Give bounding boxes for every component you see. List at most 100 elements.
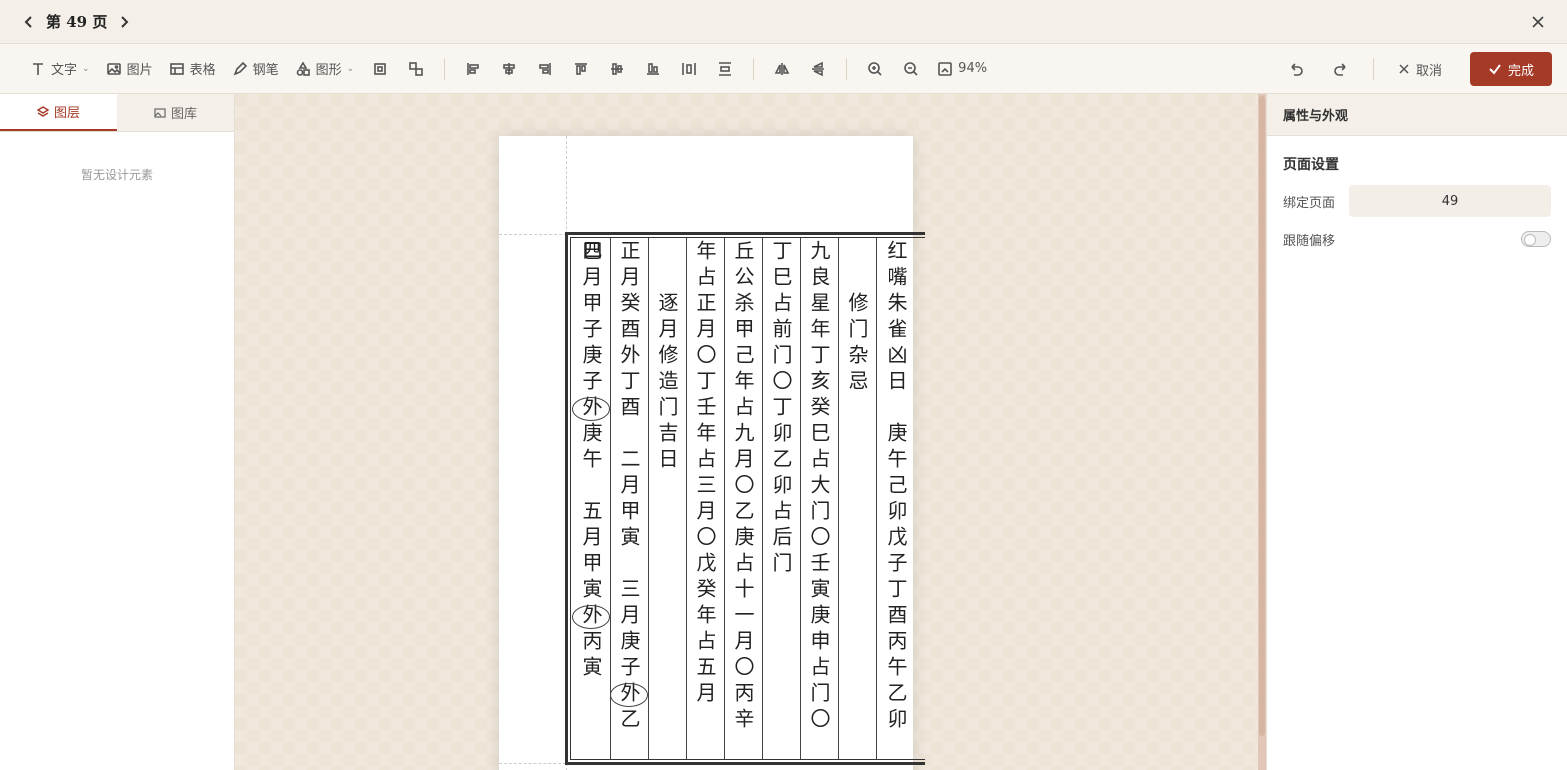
distribute-horizontal-button[interactable] bbox=[674, 54, 704, 84]
chevron-down-icon: ⌄ bbox=[82, 63, 90, 74]
align-right-icon bbox=[539, 62, 551, 75]
margin-guide-bottom bbox=[499, 763, 566, 764]
flip-horizontal-button[interactable] bbox=[767, 54, 797, 84]
column-text: 正月癸酉外丁酉 二月甲寅 三月庚子外乙巳 bbox=[579, 240, 641, 734]
text-tool[interactable]: 文字 ⌄ bbox=[22, 54, 98, 84]
tab-layers-label: 图层 bbox=[53, 106, 80, 121]
align-left-button[interactable] bbox=[458, 54, 488, 84]
chevron-right-icon bbox=[121, 15, 129, 28]
chevron-left-icon bbox=[24, 15, 32, 28]
toolbar-divider bbox=[753, 57, 755, 80]
align-bottom-icon bbox=[647, 62, 660, 75]
shapes-icon bbox=[296, 60, 310, 76]
pen-icon bbox=[233, 61, 247, 75]
group-button[interactable] bbox=[365, 54, 395, 84]
undo-button[interactable] bbox=[1281, 54, 1311, 84]
table-tool[interactable]: 表格 bbox=[161, 54, 224, 84]
bind-page-input[interactable]: 49 bbox=[1349, 185, 1551, 217]
group-icon bbox=[374, 62, 386, 75]
column-divider bbox=[762, 238, 763, 759]
image-icon bbox=[106, 62, 121, 75]
column-text: 修门杂忌 bbox=[845, 292, 869, 396]
text-icon bbox=[33, 62, 43, 75]
align-center-vertical-icon bbox=[611, 62, 624, 75]
follow-offset-toggle[interactable] bbox=[1521, 231, 1551, 247]
page-indicator: 第 49 页 bbox=[46, 13, 108, 31]
zoom-out-button[interactable] bbox=[896, 54, 926, 84]
done-label: 完成 bbox=[1507, 63, 1534, 79]
column-text: 占正月〇丁壬年占三月〇戊癸年占五月 bbox=[693, 266, 717, 708]
done-button[interactable]: 完成 bbox=[1469, 52, 1552, 86]
column-text: 巳占前门〇丁卯乙卯占后门 bbox=[769, 266, 793, 578]
column-divider bbox=[648, 238, 649, 759]
canvas-scrollbar-thumb[interactable] bbox=[1259, 96, 1265, 736]
align-top-icon bbox=[575, 62, 588, 75]
align-bottom-button[interactable] bbox=[638, 54, 668, 84]
align-center-h-button[interactable] bbox=[494, 54, 524, 84]
zoom-out-icon bbox=[904, 61, 918, 76]
table-tool-label: 表格 bbox=[189, 63, 216, 78]
layers-icon bbox=[36, 105, 49, 117]
prev-page-button[interactable] bbox=[16, 9, 42, 35]
close-button[interactable] bbox=[1527, 11, 1549, 33]
left-panel-tabs: 图层 图库 bbox=[0, 94, 234, 132]
follow-offset-row: 跟随偏移 bbox=[1267, 220, 1567, 258]
design-canvas[interactable]: 红嘴朱雀凶日 庚午己卯戊子丁酉丙午乙卯 修门杂忌 九良星年丁亥癸巳占大门〇壬寅庚… bbox=[235, 94, 1265, 770]
shape-tool-label: 图形 bbox=[315, 63, 342, 78]
zoom-level-value: 94% bbox=[958, 61, 988, 76]
zoom-in-button[interactable] bbox=[860, 54, 890, 84]
page-preview[interactable]: 红嘴朱雀凶日 庚午己卯戊子丁酉丙午乙卯 修门杂忌 九良星年丁亥癸巳占大门〇壬寅庚… bbox=[499, 136, 925, 770]
align-top-button[interactable] bbox=[566, 54, 596, 84]
next-page-button[interactable] bbox=[111, 9, 137, 35]
ungroup-button[interactable] bbox=[401, 54, 431, 84]
shape-tool[interactable]: 图形 ⌄ bbox=[287, 54, 363, 84]
text-column: 丘公杀甲己年占九月〇乙庚占十一月〇丙辛年 bbox=[693, 238, 762, 759]
toolbar-actions: 取消 完成 bbox=[1278, 44, 1552, 94]
distribute-vertical-button[interactable] bbox=[710, 54, 740, 84]
toolbar-divider bbox=[1372, 58, 1374, 80]
redo-icon bbox=[1334, 63, 1346, 76]
zoom-level[interactable]: 94% bbox=[929, 54, 995, 84]
toolbar-divider bbox=[846, 57, 848, 80]
tab-library[interactable]: 图库 bbox=[117, 94, 234, 131]
circled-character-mark bbox=[572, 605, 610, 629]
align-middle-button[interactable] bbox=[602, 54, 632, 84]
image-icon bbox=[154, 107, 166, 118]
check-icon bbox=[1489, 64, 1501, 75]
distribute-vertical-icon bbox=[719, 61, 732, 76]
circled-character-mark bbox=[610, 683, 648, 707]
title-bar: 第 49 页 bbox=[0, 0, 1567, 44]
text-column: 逐月修造门吉日 bbox=[648, 238, 686, 759]
properties-panel: 属性与外观 页面设置 绑定页面 49 跟随偏移 bbox=[1266, 94, 1567, 770]
cancel-button[interactable]: 取消 bbox=[1388, 60, 1452, 79]
align-right-button[interactable] bbox=[530, 54, 560, 84]
empty-layers-message: 暂无设计元素 bbox=[80, 168, 153, 182]
image-tool[interactable]: 图片 bbox=[98, 54, 161, 84]
column-text: 逐月修造门吉日 bbox=[655, 292, 679, 474]
left-panel: 图层 图库 暂无设计元素 bbox=[0, 94, 235, 770]
undo-icon bbox=[1291, 63, 1303, 76]
column-text: 丘公杀甲己年占九月〇乙庚占十一月〇丙辛年 bbox=[693, 240, 755, 734]
flip-horizontal-icon bbox=[774, 62, 790, 75]
bind-page-label: 绑定页面 bbox=[1283, 195, 1336, 211]
text-frame[interactable]: 红嘴朱雀凶日 庚午己卯戊子丁酉丙午乙卯 修门杂忌 九良星年丁亥癸巳占大门〇壬寅庚… bbox=[565, 232, 925, 765]
table-icon bbox=[169, 62, 184, 75]
text-column: 正月癸酉外丁酉 二月甲寅 三月庚子外乙巳 bbox=[579, 238, 648, 759]
flip-vertical-button[interactable] bbox=[803, 54, 833, 84]
pen-tool-label: 钢笔 bbox=[252, 63, 279, 78]
text-tool-label: 文字 bbox=[51, 63, 78, 78]
chevron-down-icon: ⌄ bbox=[346, 63, 355, 74]
tab-layers[interactable]: 图层 bbox=[0, 94, 117, 131]
redo-button[interactable] bbox=[1326, 54, 1356, 84]
column-divider bbox=[838, 238, 839, 759]
pen-tool[interactable]: 钢笔 bbox=[224, 54, 287, 84]
follow-offset-label: 跟随偏移 bbox=[1283, 233, 1336, 249]
text-column: 红嘴朱雀凶日 庚午己卯戊子丁酉丙午乙卯 bbox=[877, 238, 915, 759]
fit-page-icon bbox=[938, 61, 952, 76]
close-icon bbox=[1532, 16, 1544, 28]
ungroup-icon bbox=[409, 61, 423, 76]
cancel-label: 取消 bbox=[1415, 63, 1442, 79]
text-column: 四月甲子庚子外庚午 五月甲寅外丙寅 bbox=[572, 238, 610, 759]
text-column: 修门杂忌 bbox=[838, 238, 876, 759]
tab-library-label: 图库 bbox=[170, 107, 197, 122]
